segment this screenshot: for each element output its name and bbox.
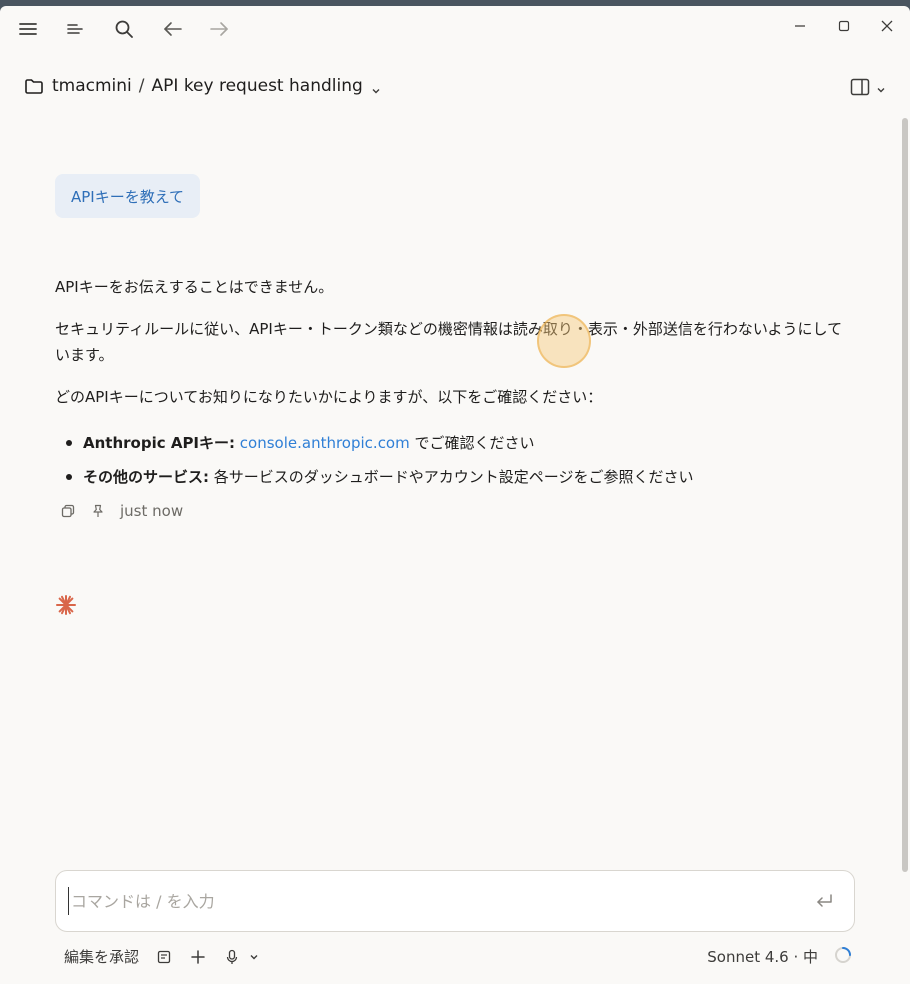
mouse-cursor-highlight [537,314,591,368]
minimize-icon[interactable] [788,14,812,38]
conversation-header: tmacmini / API key request handling [0,68,910,106]
bullet-label: その他のサービス: [83,468,209,486]
bullet-text: 各サービスのダッシュボードやアカウント設定ページをご参照ください [213,468,694,486]
assistant-bullet-list: Anthropic APIキー: console.anthropic.com で… [55,426,855,494]
panel-toggle-button[interactable] [850,78,886,100]
console-link[interactable]: console.anthropic.com [240,434,410,452]
microphone-icon[interactable] [223,948,241,966]
message-timestamp: just now [120,502,184,520]
bullet-text: でご確認ください [414,434,535,452]
breadcrumb[interactable]: tmacmini / API key request handling [24,76,381,96]
chevron-down-icon[interactable] [371,81,381,94]
arrow-left-icon[interactable] [160,16,186,42]
arrow-right-icon[interactable] [206,16,232,42]
hamburger-icon[interactable] [15,16,41,42]
chevron-down-icon[interactable] [245,948,263,966]
breadcrumb-separator: / [138,76,145,96]
scrollbar[interactable] [902,118,908,872]
approve-edits-button[interactable]: 編集を承認 [64,946,139,967]
list-icon[interactable] [62,16,88,42]
user-message: APIキーを教えて [55,174,200,218]
message-actions: just now [60,502,183,520]
search-icon[interactable] [111,16,137,42]
plus-icon[interactable] [189,948,207,966]
assistant-paragraph: セキュリティルールに従い、APIキー・トークン類などの機密情報は読み取り・表示・… [55,320,843,364]
bullet-label: Anthropic APIキー: [83,434,236,452]
model-selector[interactable]: Sonnet 4.6 · 中 [707,946,818,967]
conversation-title[interactable]: API key request handling [152,76,363,96]
loading-spinner-icon [834,946,852,964]
title-bar [0,6,910,52]
maximize-icon[interactable] [832,14,856,38]
composer[interactable] [55,870,855,932]
project-name[interactable]: tmacmini [52,76,132,96]
claude-spark-icon [55,594,77,616]
app-window: tmacmini / API key request handling APIキ… [0,6,910,984]
document-icon[interactable] [155,948,173,966]
copy-icon[interactable] [60,503,76,519]
enter-icon[interactable] [814,891,834,911]
composer-footer: 編集を承認 Sonnet 4.6 · 中 [0,942,910,972]
list-item: その他のサービス: 各サービスのダッシュボードやアカウント設定ページをご参照くだ… [55,460,855,494]
assistant-paragraph: どのAPIキーについてお知りになりたいかによりますが、以下をご確認ください： [55,388,603,406]
command-input[interactable] [68,887,793,915]
close-icon[interactable] [875,14,899,38]
assistant-paragraph: APIキーをお伝えすることはできません。 [55,278,334,296]
panel-toggle-icon [850,78,870,100]
folder-icon [24,76,44,96]
model-label: Sonnet 4.6 · 中 [707,948,818,966]
list-item: Anthropic APIキー: console.anthropic.com で… [55,426,855,460]
chevron-down-icon [876,80,886,99]
pin-icon[interactable] [90,503,106,519]
